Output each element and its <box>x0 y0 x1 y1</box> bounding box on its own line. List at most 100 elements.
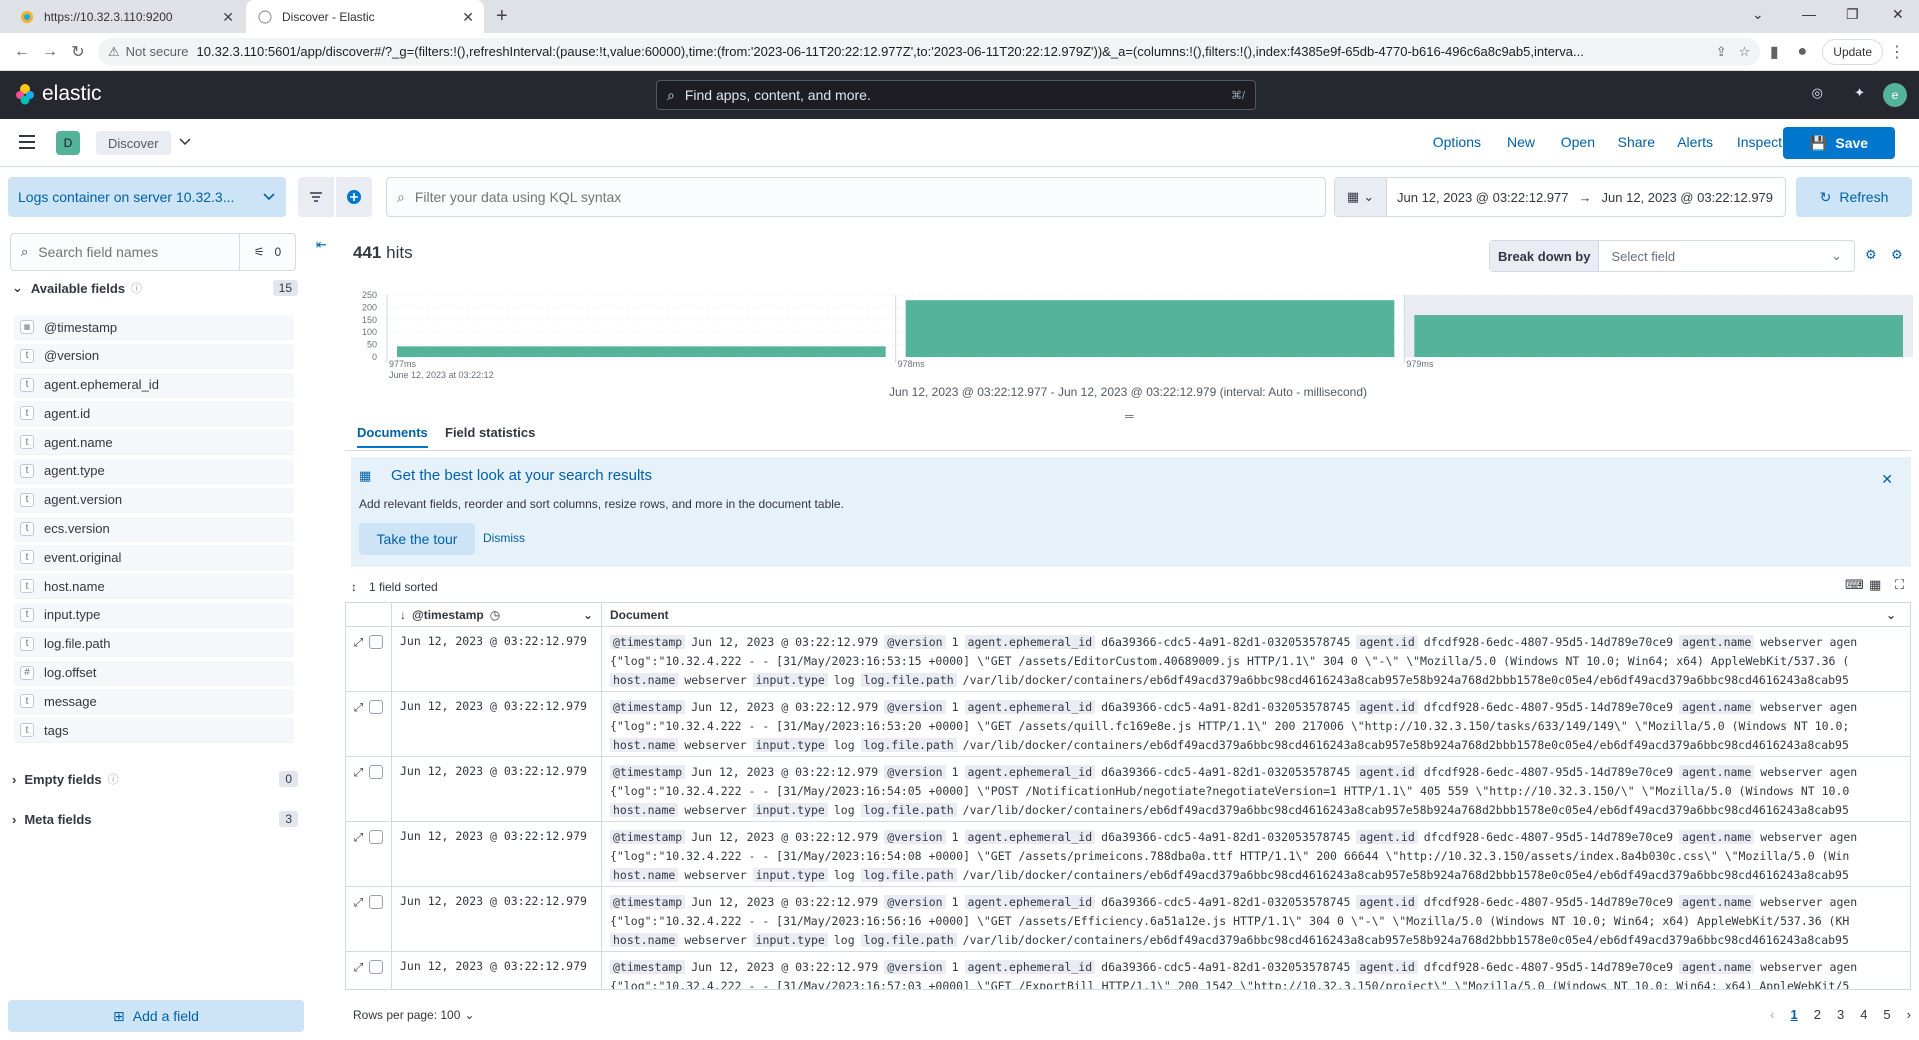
new-tab-icon[interactable]: + <box>496 5 508 28</box>
field-search-box[interactable]: ⌕ ⚟ 0 <box>10 233 296 271</box>
histogram-bar[interactable] <box>397 346 886 357</box>
field-item[interactable]: t message <box>14 689 294 714</box>
row-checkbox[interactable] <box>369 960 384 974</box>
take-tour-button[interactable]: Take the tour <box>359 523 475 555</box>
chevron-down-icon[interactable] <box>178 135 192 149</box>
available-fields-header[interactable]: ⌄ Available fields ⓘ 15 <box>12 280 298 296</box>
field-item[interactable]: t ecs.version <box>14 516 294 541</box>
close-tab-icon[interactable]: ✕ <box>462 9 474 26</box>
keyboard-icon[interactable]: ⌨ <box>1845 577 1864 593</box>
tab-field-statistics[interactable]: Field statistics <box>445 425 535 446</box>
field-item[interactable]: t event.original <box>14 545 294 570</box>
column-header-timestamp[interactable]: ↓ @timestamp ◷ ⌄ <box>392 603 602 626</box>
more-menu-icon[interactable]: ⋮ <box>1883 38 1911 66</box>
browser-tab-elasticsearch[interactable]: https://10.32.3.110:9200 ✕ <box>8 0 244 33</box>
expand-icon[interactable]: ⤢ <box>354 635 363 650</box>
expand-icon[interactable]: ⤢ <box>354 960 363 975</box>
field-item[interactable]: t agent.ephemeral_id <box>14 372 294 397</box>
row-checkbox[interactable] <box>369 765 384 779</box>
options-link[interactable]: Options <box>1433 134 1481 150</box>
field-item[interactable]: t tags <box>14 718 294 743</box>
row-checkbox[interactable] <box>369 895 384 909</box>
density-icon[interactable]: ▦ <box>1869 577 1881 593</box>
hamburger-menu-icon[interactable] <box>18 134 36 150</box>
field-item[interactable]: t agent.id <box>14 401 294 426</box>
meta-fields-header[interactable]: › Meta fields 3 <box>12 811 298 827</box>
row-checkbox[interactable] <box>369 635 384 649</box>
expand-icon[interactable]: ⤢ <box>354 765 363 780</box>
tab-search-icon[interactable]: ⌄ <box>1752 6 1764 23</box>
rows-per-page-selector[interactable]: Rows per page: 100 ⌄ <box>353 1008 474 1022</box>
page-4[interactable]: 4 <box>1860 1007 1867 1022</box>
field-item[interactable]: t agent.type <box>14 458 294 483</box>
field-item[interactable]: t @version <box>14 343 294 368</box>
forward-icon[interactable]: → <box>36 38 64 66</box>
tab-documents[interactable]: Documents <box>357 425 428 448</box>
kql-input[interactable] <box>414 189 1315 205</box>
refresh-button[interactable]: ↻ Refresh <box>1796 177 1912 217</box>
update-button[interactable]: Update <box>1822 38 1883 65</box>
url-field[interactable]: ⚠ Not secure 10.32.3.110:5601/app/discov… <box>98 37 1761 66</box>
page-1[interactable]: 1 <box>1790 1007 1797 1022</box>
back-icon[interactable]: ← <box>8 38 36 66</box>
field-type-filter-button[interactable]: ⚟ 0 <box>239 234 295 270</box>
field-search-input[interactable] <box>38 244 229 260</box>
expand-icon[interactable]: ⤢ <box>354 895 363 910</box>
chevron-down-icon[interactable]: ⌄ <box>583 608 593 622</box>
expand-icon[interactable]: ⤢ <box>354 700 363 715</box>
break-down-select[interactable]: Select field ⌄ <box>1599 248 1854 264</box>
start-date[interactable]: Jun 12, 2023 @ 03:22:12.977 <box>1397 190 1569 205</box>
reload-icon[interactable]: ↻ <box>64 38 92 66</box>
next-page-icon[interactable]: › <box>1907 1007 1911 1022</box>
share-icon[interactable]: ⇪ <box>1716 44 1727 60</box>
row-checkbox[interactable] <box>369 700 384 714</box>
prev-page-icon[interactable]: ‹ <box>1770 1007 1774 1022</box>
page-5[interactable]: 5 <box>1883 1007 1890 1022</box>
open-link[interactable]: Open <box>1561 134 1595 150</box>
histogram-bar[interactable] <box>1414 315 1903 357</box>
chevron-down-icon[interactable]: ⌄ <box>1886 608 1896 622</box>
end-date[interactable]: Jun 12, 2023 @ 03:22:12.979 <box>1602 190 1774 205</box>
collapse-sidebar-icon[interactable]: ⇤ <box>316 237 327 253</box>
field-item[interactable]: t input.type <box>14 602 294 627</box>
dismiss-button[interactable]: Dismiss <box>483 531 525 545</box>
share-link[interactable]: Share <box>1618 134 1655 150</box>
empty-fields-header[interactable]: › Empty fields ⓘ 0 <box>12 771 298 787</box>
profile-icon[interactable]: ● <box>1788 38 1816 66</box>
data-view-picker[interactable]: Logs container on server 10.32.3... <box>8 177 286 217</box>
bookmark-star-icon[interactable]: ☆ <box>1739 44 1751 60</box>
side-panel-icon[interactable]: ▮ <box>1760 38 1788 66</box>
field-item[interactable]: # log.offset <box>14 660 294 685</box>
browser-tab-discover[interactable]: Discover - Elastic ✕ <box>246 0 484 33</box>
chart-options-icon[interactable]: ⚙ <box>1865 247 1877 263</box>
window-close-icon[interactable]: ✕ <box>1892 6 1904 23</box>
histogram-bar[interactable] <box>905 300 1395 357</box>
save-button[interactable]: 💾 Save <box>1783 127 1895 159</box>
elastic-logo[interactable]: elastic <box>14 82 102 106</box>
fullscreen-icon[interactable]: ⛶ <box>1895 577 1904 593</box>
news-feed-icon[interactable]: ✦ <box>1854 85 1865 101</box>
breadcrumb-discover[interactable]: Discover <box>96 131 171 155</box>
add-filter-button[interactable] <box>336 177 372 217</box>
page-2[interactable]: 2 <box>1814 1007 1821 1022</box>
close-icon[interactable]: ✕ <box>1881 471 1893 488</box>
filter-menu-button[interactable] <box>298 177 334 217</box>
restore-icon[interactable]: ❐ <box>1846 6 1859 23</box>
space-avatar[interactable]: D <box>56 131 80 155</box>
user-avatar[interactable]: e <box>1883 83 1907 107</box>
field-item[interactable]: t host.name <box>14 574 294 599</box>
close-tab-icon[interactable]: ✕ <box>222 9 234 26</box>
new-link[interactable]: New <box>1507 134 1535 150</box>
field-item[interactable]: t agent.name <box>14 430 294 455</box>
sort-indicator[interactable]: ↕ 1 field sorted <box>351 575 1911 599</box>
inspect-link[interactable]: Inspect <box>1737 134 1782 150</box>
help-icon[interactable]: ◎ <box>1812 85 1823 101</box>
column-header-document[interactable]: Document ⌄ <box>602 603 1910 626</box>
add-field-button[interactable]: ⊞ Add a field <box>8 1000 304 1032</box>
break-down-selector[interactable]: Break down by Select field ⌄ <box>1489 240 1855 272</box>
minimize-icon[interactable]: — <box>1802 6 1816 22</box>
field-item[interactable]: ▦ @timestamp <box>14 315 294 339</box>
row-checkbox[interactable] <box>369 830 384 844</box>
date-picker[interactable]: ▦ ⌄ Jun 12, 2023 @ 03:22:12.977 → Jun 12… <box>1334 177 1786 217</box>
quick-menu-button[interactable]: ▦ ⌄ <box>1335 178 1387 216</box>
